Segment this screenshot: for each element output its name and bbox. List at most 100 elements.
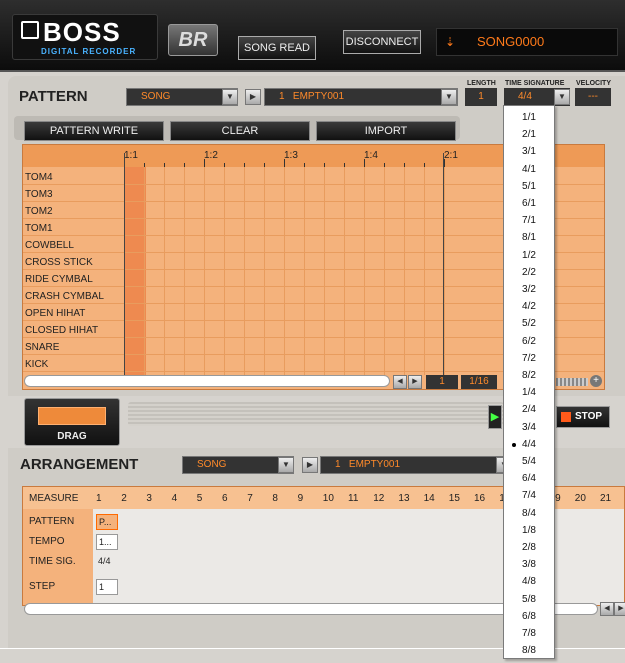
ruler-tick <box>144 163 145 167</box>
step-cell[interactable]: 1 <box>96 579 118 595</box>
time-signature-option[interactable]: 4/2 <box>504 298 554 315</box>
ruler-tick <box>384 163 385 167</box>
velocity-field[interactable]: --- <box>575 88 611 106</box>
time-signature-option[interactable]: 8/1 <box>504 229 554 246</box>
time-signature-option[interactable]: 8/8 <box>504 642 554 659</box>
time-signature-option[interactable]: 1/1 <box>504 109 554 126</box>
time-sig-cell[interactable]: 4/4 <box>96 554 118 570</box>
play-icon[interactable]: ▶ <box>302 457 318 473</box>
time-signature-option[interactable]: 8/4 <box>504 505 554 522</box>
measure-number[interactable]: 13 <box>398 493 409 504</box>
brand-name: BOSS <box>43 17 121 47</box>
arrangement-pattern-name: EMPTY001 <box>348 459 401 470</box>
time-signature-option[interactable]: 4/1 <box>504 161 554 178</box>
time-signature-option[interactable]: 3/1 <box>504 143 554 160</box>
time-signature-option[interactable]: 1/2 <box>504 247 554 264</box>
time-signature-option[interactable]: 1/4 <box>504 384 554 401</box>
measure-number[interactable]: 20 <box>575 493 586 504</box>
time-signature-option[interactable]: 1/8 <box>504 522 554 539</box>
measure-number[interactable]: 4 <box>172 493 178 504</box>
scroll-right-icon[interactable]: ▶ <box>408 375 422 389</box>
chevron-down-icon[interactable]: ▼ <box>222 89 238 105</box>
length-field[interactable]: 1 <box>465 88 497 106</box>
arrangement-row-label: TEMPO <box>29 536 65 547</box>
measure-number[interactable]: 9 <box>298 493 304 504</box>
time-signature-option[interactable]: 7/1 <box>504 212 554 229</box>
disconnect-button[interactable]: DISCONNECT <box>343 30 421 54</box>
time-signature-option[interactable]: 3/2 <box>504 281 554 298</box>
measure-number[interactable]: 14 <box>424 493 435 504</box>
song-read-button[interactable]: SONG READ <box>238 36 316 60</box>
ruler-tick <box>404 163 405 167</box>
bar-line <box>443 153 444 375</box>
time-signature-option[interactable]: 2/1 <box>504 126 554 143</box>
chevron-down-icon[interactable]: ▼ <box>278 457 294 473</box>
time-signature-option[interactable]: 7/2 <box>504 350 554 367</box>
instrument-label: COWBELL <box>25 240 74 251</box>
time-signature-option[interactable]: 5/4 <box>504 453 554 470</box>
pattern-name-select[interactable]: 1 EMPTY001 <box>264 88 458 106</box>
zoom-slider[interactable] <box>556 378 588 386</box>
time-signature-option[interactable]: 3/4 <box>504 419 554 436</box>
time-signature-option[interactable]: 5/1 <box>504 178 554 195</box>
play-icon[interactable]: ▶ <box>245 89 261 105</box>
time-signature-option[interactable]: 7/4 <box>504 487 554 504</box>
measure-number[interactable]: 5 <box>197 493 203 504</box>
time-signature-option[interactable]: 2/2 <box>504 264 554 281</box>
ruler-tick <box>184 163 185 167</box>
time-signature-option[interactable]: 6/2 <box>504 333 554 350</box>
time-signature-option[interactable]: 6/4 <box>504 470 554 487</box>
time-signature-option[interactable]: 3/8 <box>504 556 554 573</box>
scroll-right-icon[interactable]: ▶ <box>614 602 625 616</box>
play-button[interactable]: ▶ <box>488 405 502 429</box>
measure-number[interactable]: 8 <box>272 493 278 504</box>
grid-horizontal-scrollbar[interactable] <box>24 375 390 387</box>
time-signature-option[interactable]: 5/8 <box>504 591 554 608</box>
time-signature-option[interactable]: 6/8 <box>504 608 554 625</box>
chevron-down-icon[interactable]: ▼ <box>554 89 570 105</box>
measure-number[interactable]: 21 <box>600 493 611 504</box>
grid-vline <box>204 167 205 375</box>
arrangement-pattern-select[interactable]: 1 EMPTY001 <box>320 456 510 474</box>
position-field[interactable]: 1 <box>426 375 458 389</box>
stop-button[interactable]: STOP <box>556 406 610 428</box>
measure-number[interactable]: 12 <box>373 493 384 504</box>
time-signature-option[interactable]: 4/8 <box>504 573 554 590</box>
tempo-cell[interactable]: 1... <box>96 534 118 550</box>
measure-number[interactable]: 16 <box>474 493 485 504</box>
quantize-field[interactable]: 1/16 <box>461 375 497 389</box>
time-signature-option[interactable]: 7/8 <box>504 625 554 642</box>
grid-vline <box>284 167 285 375</box>
pattern-cell[interactable]: P... <box>96 514 118 530</box>
import-button[interactable]: IMPORT <box>316 121 456 141</box>
zoom-in-icon[interactable]: + <box>590 375 602 387</box>
time-signature-option[interactable]: 8/2 <box>504 367 554 384</box>
grid-vline <box>404 167 405 375</box>
chevron-down-icon[interactable]: ▼ <box>441 89 457 105</box>
measure-number[interactable]: 6 <box>222 493 228 504</box>
time-signature-option[interactable]: 4/4 <box>504 436 554 453</box>
grid-vline <box>144 167 145 375</box>
time-signature-option[interactable]: 5/2 <box>504 315 554 332</box>
measure-number[interactable]: 7 <box>247 493 253 504</box>
ruler-tick <box>364 159 365 167</box>
ruler-tick <box>304 163 305 167</box>
scroll-left-icon[interactable]: ◀ <box>600 602 614 616</box>
instrument-label: TOM3 <box>25 189 53 200</box>
measure-number[interactable]: 3 <box>146 493 152 504</box>
drag-button[interactable]: DRAG <box>24 398 120 446</box>
clear-button[interactable]: CLEAR <box>170 121 310 141</box>
measure-number[interactable]: 11 <box>348 493 358 504</box>
measure-number[interactable]: 1 <box>96 493 102 504</box>
measure-number[interactable]: 15 <box>449 493 460 504</box>
instrument-label: TOM2 <box>25 206 53 217</box>
time-signature-option[interactable]: 2/4 <box>504 401 554 418</box>
time-signature-option[interactable]: 2/8 <box>504 539 554 556</box>
measure-number[interactable]: 2 <box>121 493 127 504</box>
scroll-left-icon[interactable]: ◀ <box>393 375 407 389</box>
time-signature-option[interactable]: 6/1 <box>504 195 554 212</box>
instrument-label: TOM1 <box>25 223 53 234</box>
time-signature-dropdown-list[interactable]: 1/1 2/1 3/1 4/1 5/1 6/1 7/1 8/1 1/2 2/2 3/2 4/2 5/2 6… <box>503 105 555 659</box>
measure-number[interactable]: 10 <box>323 493 334 504</box>
pattern-write-button[interactable]: PATTERN WRITE <box>24 121 164 141</box>
